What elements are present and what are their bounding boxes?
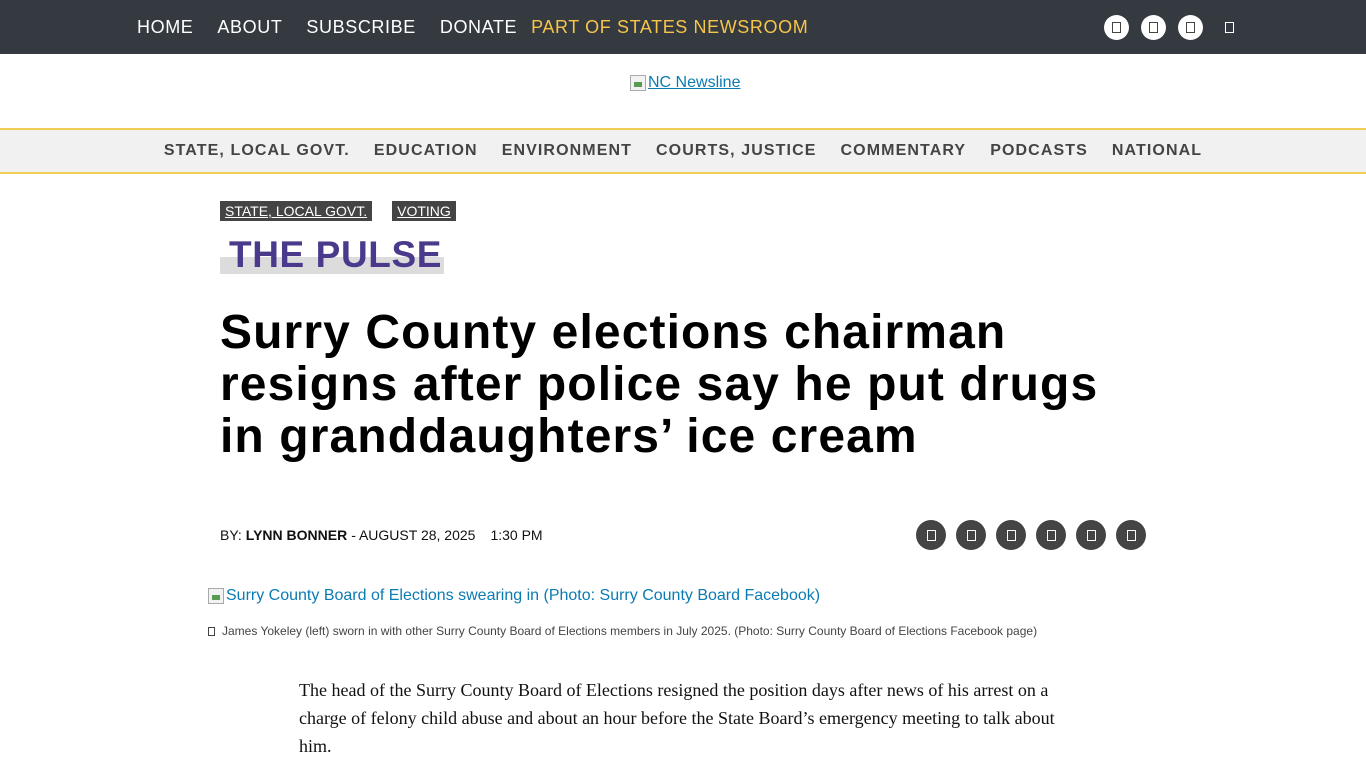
nav-home-link[interactable]: HOME: [137, 17, 193, 38]
tag-voting[interactable]: VOTING: [392, 201, 456, 221]
nav-subscribe-link[interactable]: SUBSCRIBE: [306, 17, 415, 38]
section-national[interactable]: NATIONAL: [1112, 142, 1202, 160]
publish-date: - AUGUST 28, 2025: [351, 527, 476, 543]
author-link[interactable]: LYNN BONNER: [246, 527, 347, 543]
image-caption: James Yokeley (left) sworn in with other…: [208, 624, 1037, 638]
section-environment[interactable]: ENVIRONMENT: [502, 142, 632, 160]
logo-alt-text: NC Newsline: [648, 74, 741, 91]
share-buttons: [916, 520, 1156, 550]
site-logo[interactable]: NC Newsline: [630, 74, 740, 92]
caption-text: James Yokeley (left) sworn in with other…: [222, 624, 1038, 638]
column-label: THE PULSE: [220, 234, 444, 275]
section-state-local-govt[interactable]: STATE, LOCAL GOVT.: [164, 142, 350, 160]
category-tags: STATE, LOCAL GOVT. VOTING: [220, 201, 476, 221]
featured-image: Surry County Board of Elections swearing…: [208, 587, 820, 605]
tag-state-local-govt[interactable]: STATE, LOCAL GOVT.: [220, 201, 373, 221]
featured-image-alt: Surry County Board of Elections swearing…: [226, 587, 821, 604]
column-label-text: THE PULSE: [229, 234, 443, 275]
share-print-icon[interactable]: [1116, 520, 1146, 550]
article-body-paragraph: The head of the Surry County Board of El…: [299, 680, 1055, 756]
share-email-icon[interactable]: [996, 520, 1026, 550]
byline-prefix: BY:: [220, 527, 242, 543]
facebook-icon[interactable]: [1104, 15, 1129, 40]
broken-image-icon: [630, 75, 646, 91]
share-x-icon[interactable]: [956, 520, 986, 550]
camera-icon: [208, 626, 215, 636]
share-linkedin-icon[interactable]: [1076, 520, 1106, 550]
top-nav: HOME ABOUT SUBSCRIBE DONATE PART OF STAT…: [137, 0, 832, 54]
x-icon[interactable]: [1141, 15, 1166, 40]
section-education[interactable]: EDUCATION: [374, 142, 478, 160]
section-podcasts[interactable]: PODCASTS: [990, 142, 1088, 160]
broken-image-icon: [208, 588, 224, 604]
top-bar: HOME ABOUT SUBSCRIBE DONATE PART OF STAT…: [0, 0, 1366, 54]
article-headline: Surry County elections chairman resigns …: [220, 306, 1099, 463]
search-icon[interactable]: [1217, 15, 1242, 40]
social-icons: [1092, 15, 1242, 40]
instagram-icon[interactable]: [1178, 15, 1203, 40]
section-nav: STATE, LOCAL GOVT. EDUCATION ENVIRONMENT…: [0, 128, 1366, 174]
share-reddit-icon[interactable]: [1036, 520, 1066, 550]
byline: BY: LYNN BONNER - AUGUST 28, 2025 1:30 P…: [220, 527, 543, 543]
section-commentary[interactable]: COMMENTARY: [841, 142, 967, 160]
section-courts-justice[interactable]: COURTS, JUSTICE: [656, 142, 817, 160]
publish-time: 1:30 PM: [490, 527, 543, 543]
states-newsroom-link[interactable]: PART OF STATES NEWSROOM: [531, 17, 808, 38]
nav-donate-link[interactable]: DONATE: [440, 17, 517, 38]
nav-about-link[interactable]: ABOUT: [217, 17, 282, 38]
share-facebook-icon[interactable]: [916, 520, 946, 550]
